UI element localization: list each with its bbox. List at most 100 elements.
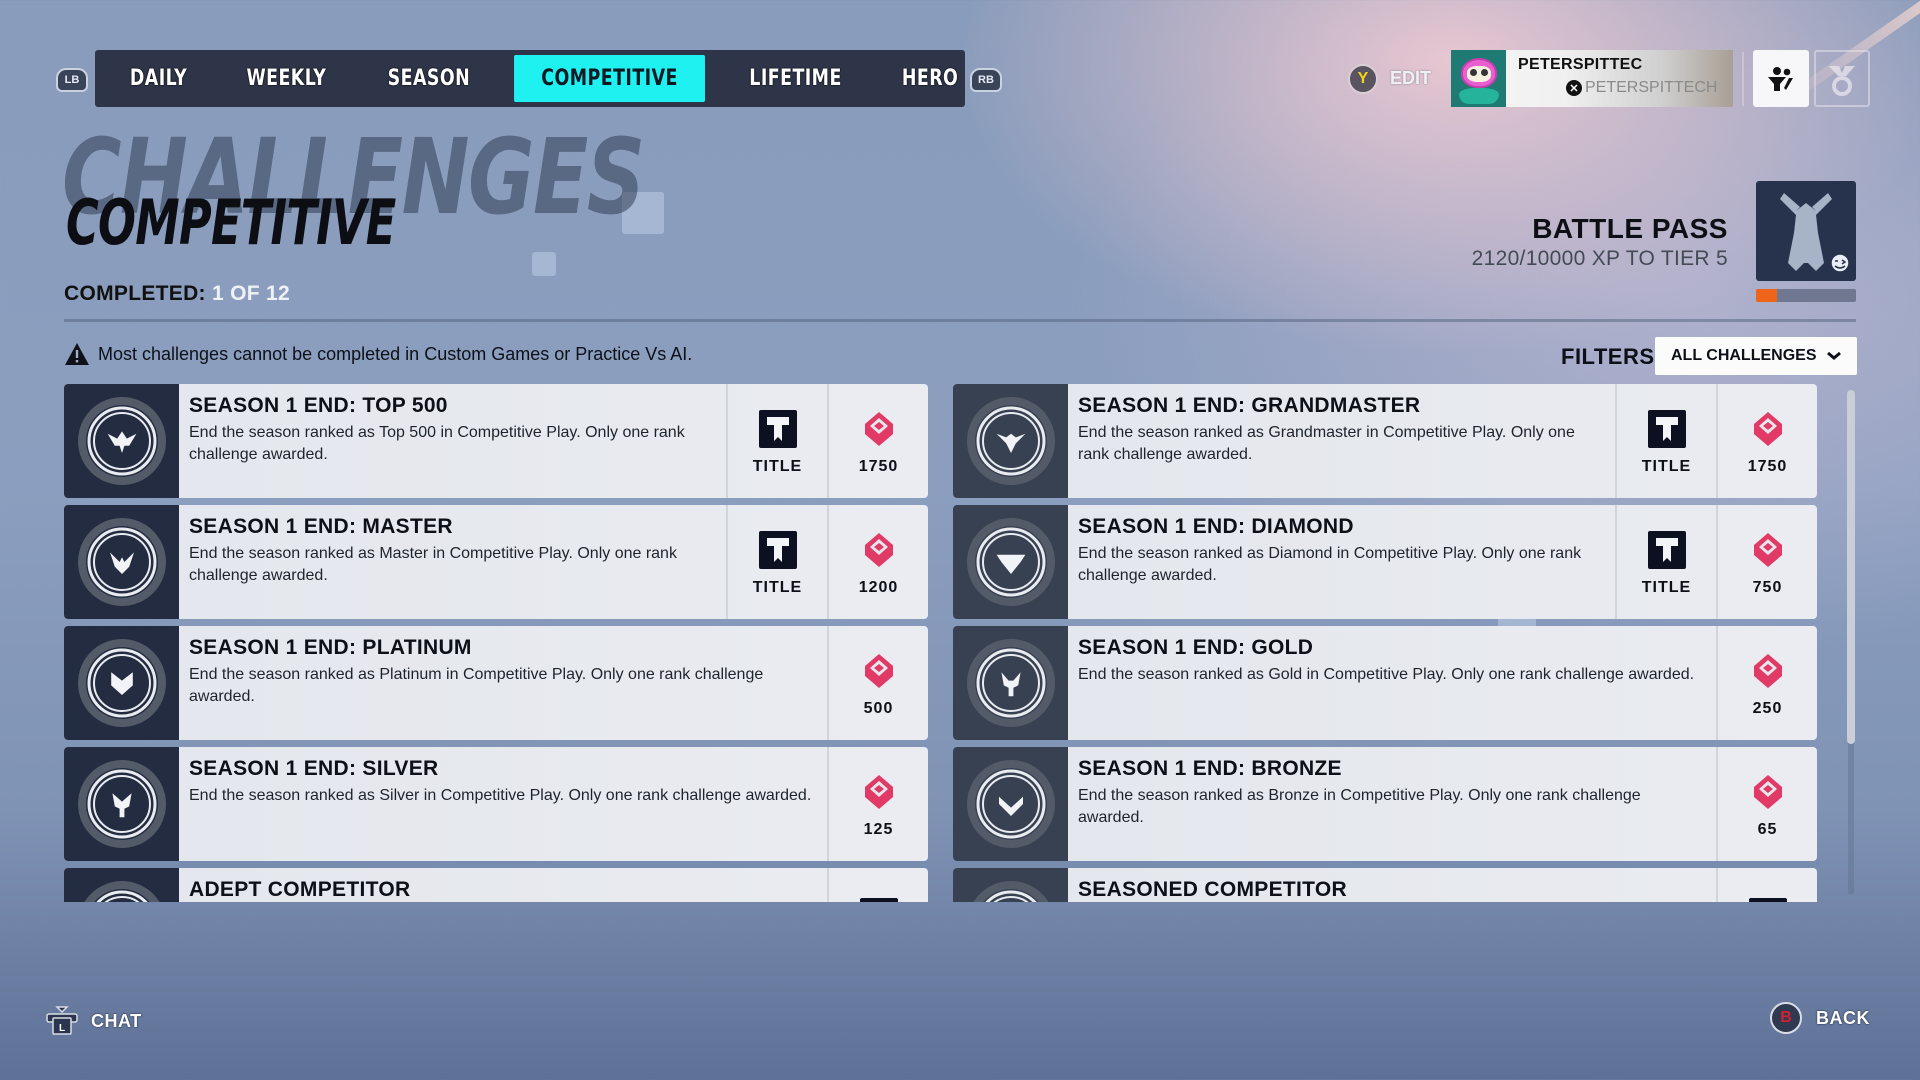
gold-rank-icon: [966, 639, 1055, 727]
platinum-rank-icon: [77, 639, 166, 727]
svg-text:L: L: [59, 1023, 65, 1034]
challenge-card[interactable]: SEASON 1 END: PLATINUM End the season ran…: [64, 626, 928, 740]
challenge-description: End the season ranked as Grandmaster in …: [1078, 424, 1575, 463]
challenge-title: SEASON 1 END: GOLD: [1078, 636, 1314, 659]
coin-icon: [1753, 775, 1782, 809]
chat-button[interactable]: L CHAT: [45, 1006, 142, 1036]
chat-label: CHAT: [91, 1010, 142, 1031]
tab-daily[interactable]: DAILY: [108, 55, 209, 102]
challenge-title: SEASON 1 END: PLATINUM: [189, 636, 472, 659]
challenge-card[interactable]: ADEPT COMPETITOR: [64, 868, 928, 902]
challenge-title: SEASON 1 END: MASTER: [189, 515, 453, 538]
title-reward-icon: [758, 531, 797, 569]
tab-hero[interactable]: HERO: [880, 55, 980, 102]
challenge-card[interactable]: SEASON 1 END: MASTER End the season ranke…: [64, 505, 928, 619]
chevron-down-icon: [1827, 351, 1841, 360]
medal-icon: [1829, 65, 1855, 96]
challenge-card[interactable]: SEASON 1 END: BRONZE End the season ranke…: [953, 747, 1817, 861]
coin-amount: 750: [1752, 579, 1783, 596]
grandmaster-rank-icon: [966, 397, 1055, 485]
completed-label: COMPLETED:: [64, 282, 206, 305]
challenge-details: SEASON 1 END: GRANDMASTER End the season …: [1068, 384, 1615, 498]
title-reward: TITLE: [726, 384, 827, 498]
left-stick-icon: L: [46, 1006, 78, 1035]
coin-icon: [864, 775, 893, 809]
coin-icon: [1753, 533, 1782, 567]
coin-icon: [864, 533, 893, 567]
coin-reward: 750: [1716, 505, 1817, 619]
battle-pass-progress-fill: [1756, 289, 1778, 302]
title-reward-icon: [1748, 898, 1787, 902]
title-reward-icon: [1647, 531, 1686, 569]
challenge-title: ADEPT COMPETITOR: [189, 878, 411, 901]
challenge-description: End the season ranked as Master in Compe…: [189, 545, 677, 584]
hero-silhouette-icon: [1780, 193, 1850, 273]
competitor-icon: [953, 868, 1068, 902]
challenge-title: SEASON 1 END: TOP 500: [189, 394, 448, 417]
tab-season[interactable]: SEASON: [366, 55, 493, 102]
tab-competitive[interactable]: COMPETITIVE: [513, 55, 705, 102]
filter-selected-value: ALL CHALLENGES: [1671, 347, 1817, 364]
social-button[interactable]: [1753, 50, 1809, 107]
coin-reward: 250: [1716, 626, 1817, 740]
battle-pass-progress-bar: [1756, 289, 1856, 302]
player-avatar: [1451, 50, 1506, 107]
title-reward-label: TITLE: [752, 579, 803, 596]
platinum-rank-icon: [64, 626, 179, 740]
coin-reward: [827, 868, 928, 902]
challenge-description: End the season ranked as Gold in Competi…: [1078, 666, 1695, 683]
challenge-details: ADEPT COMPETITOR: [179, 868, 827, 902]
header-divider: [1742, 52, 1744, 106]
competitor-icon: [84, 881, 159, 902]
lb-bumper-button[interactable]: LB: [56, 68, 88, 92]
challenge-list-scrollbar[interactable]: [1847, 390, 1855, 895]
challenge-card[interactable]: SEASONED COMPETITOR: [953, 868, 1817, 902]
y-button-icon[interactable]: Y: [1348, 64, 1378, 94]
coin-reward: 1750: [1716, 384, 1817, 498]
warning-text: Most challenges cannot be completed in C…: [98, 343, 693, 364]
coin-amount: 500: [863, 700, 894, 717]
edit-profile-button[interactable]: EDIT: [1390, 68, 1431, 89]
platform-tag-text: PETERSPITTECH: [1585, 79, 1718, 96]
challenge-details: SEASON 1 END: DIAMOND End the season rank…: [1068, 505, 1615, 619]
player-nameplate[interactable]: PETERSPITTEC ✕ PETERSPITTECH: [1451, 50, 1733, 107]
challenge-filter-dropdown[interactable]: ALL CHALLENGES: [1655, 337, 1857, 375]
challenge-details: SEASON 1 END: PLATINUM End the season ran…: [179, 626, 827, 740]
tab-lifetime[interactable]: LIFETIME: [727, 55, 863, 102]
challenge-description: End the season ranked as Bronze in Compe…: [1078, 787, 1641, 826]
coin-amount: 1750: [1747, 458, 1788, 475]
diamond-rank-icon: [966, 518, 1055, 606]
challenge-card[interactable]: SEASON 1 END: SILVER End the season ranke…: [64, 747, 928, 861]
coin-reward: 65: [1716, 747, 1817, 861]
challenge-description: End the season ranked as Platinum in Com…: [189, 666, 764, 705]
xbox-icon: ✕: [1566, 80, 1582, 96]
battle-pass-reward-preview[interactable]: [1756, 181, 1856, 281]
tab-weekly[interactable]: WEEKLY: [225, 55, 349, 102]
coin-icon: [864, 412, 893, 446]
bronze-rank-icon: [966, 760, 1055, 848]
career-profile-button[interactable]: [1814, 50, 1870, 107]
b-button-icon: B: [1770, 1002, 1802, 1034]
coin-amount: 250: [1752, 700, 1783, 717]
group-icon: [1768, 66, 1793, 91]
back-button[interactable]: B BACK: [1770, 1002, 1870, 1034]
challenge-card[interactable]: SEASON 1 END: GRANDMASTER End the season …: [953, 384, 1817, 498]
title-reward: TITLE: [726, 505, 827, 619]
challenge-card[interactable]: SEASON 1 END: DIAMOND End the season rank…: [953, 505, 1817, 619]
challenge-card[interactable]: SEASON 1 END: TOP 500 End the season rank…: [64, 384, 928, 498]
challenge-title: SEASON 1 END: BRONZE: [1078, 757, 1342, 780]
challenge-category-tabs: DAILY WEEKLY SEASON COMPETITIVE LIFETIME…: [95, 50, 965, 107]
challenge-details: SEASON 1 END: SILVER End the season ranke…: [179, 747, 827, 861]
competitor-icon: [64, 868, 179, 902]
coin-icon: [1753, 654, 1782, 688]
title-reward: TITLE: [1615, 505, 1716, 619]
coin-amount: 65: [1757, 821, 1778, 838]
battle-pass-xp: 2120/10000 XP TO TIER 5: [1471, 247, 1728, 270]
rb-bumper-button[interactable]: RB: [970, 68, 1002, 92]
coin-reward: [1716, 868, 1817, 902]
scrollbar-thumb[interactable]: [1847, 390, 1855, 744]
challenge-card[interactable]: SEASON 1 END: GOLD End the season ranked …: [953, 626, 1817, 740]
challenge-list[interactable]: SEASON 1 END: TOP 500 End the season rank…: [64, 384, 1864, 902]
title-reward-icon: [758, 410, 797, 448]
back-label: BACK: [1816, 1007, 1870, 1028]
